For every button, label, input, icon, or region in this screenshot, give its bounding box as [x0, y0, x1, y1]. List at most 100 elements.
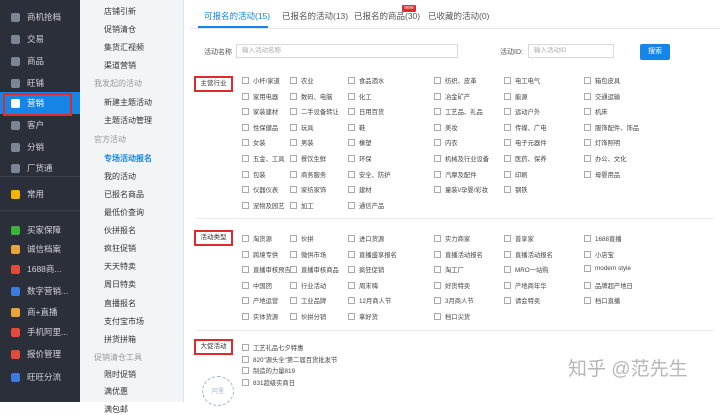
checkbox-box[interactable] — [290, 186, 297, 194]
tab-registered[interactable]: 已报名的活动(13) — [282, 10, 348, 22]
checkbox-box[interactable] — [348, 313, 355, 320]
subnav-item[interactable]: 集货汇视频 — [104, 42, 144, 53]
option-checkbox[interactable]: 831超级实商日 — [242, 378, 295, 387]
checkbox-box[interactable] — [584, 155, 591, 162]
option-checkbox[interactable]: 机床 — [584, 107, 608, 116]
option-checkbox[interactable]: 橡塑 — [348, 138, 372, 147]
option-checkbox[interactable]: 环保 — [348, 154, 372, 163]
option-checkbox[interactable]: 电子元器件 — [504, 138, 546, 147]
option-checkbox[interactable]: 箱包皮具 — [584, 76, 620, 85]
checkbox-box[interactable] — [434, 266, 441, 274]
checkbox-box[interactable] — [504, 155, 511, 162]
option-checkbox[interactable]: 小店宝 — [584, 250, 614, 259]
checkbox-box[interactable] — [348, 281, 355, 289]
option-checkbox[interactable]: 钢铁 — [504, 185, 528, 194]
option-checkbox[interactable]: 能源 — [504, 92, 528, 101]
option-checkbox[interactable]: 中国团 — [242, 281, 272, 290]
option-checkbox[interactable]: 12月商人节 — [348, 296, 391, 305]
option-checkbox[interactable]: 传媒、广电 — [504, 123, 546, 132]
option-checkbox[interactable]: 电工电气 — [504, 76, 540, 85]
option-checkbox[interactable]: 直播审核预告 — [242, 265, 291, 274]
subnav-item[interactable]: 满优惠 — [104, 386, 128, 397]
checkbox-box[interactable] — [504, 250, 511, 258]
checkbox-box[interactable] — [290, 139, 297, 147]
option-checkbox[interactable]: 交通运输 — [584, 92, 620, 101]
checkbox-box[interactable] — [242, 170, 249, 178]
option-checkbox[interactable]: 印刷 — [504, 170, 528, 179]
option-checkbox[interactable]: 灯饰照明 — [584, 138, 620, 147]
checkbox-box[interactable] — [504, 186, 511, 194]
checkbox-box[interactable] — [434, 186, 441, 194]
option-checkbox[interactable]: MRO一站购 — [504, 265, 549, 274]
checkbox-box[interactable] — [434, 235, 441, 242]
subnav-item[interactable]: 已报名商品 — [104, 189, 144, 200]
option-checkbox[interactable]: 家用电器 — [242, 92, 278, 101]
option-checkbox[interactable]: 工艺礼品七夕特惠 — [242, 343, 303, 352]
checkbox-box[interactable] — [434, 170, 441, 178]
option-checkbox[interactable]: 医药、保养 — [504, 154, 546, 163]
nav-item[interactable]: 营销 — [0, 92, 80, 116]
checkbox-box[interactable] — [348, 108, 355, 116]
option-checkbox[interactable]: 直播审核商品 — [290, 265, 339, 274]
activity-id-input[interactable]: 输入活动ID — [528, 44, 614, 58]
subnav-item[interactable]: 拼货拼箱 — [104, 334, 136, 345]
checkbox-box[interactable] — [242, 297, 249, 305]
option-checkbox[interactable]: 包装 — [242, 170, 266, 179]
subnav-item[interactable]: 周日特卖 — [104, 279, 136, 290]
checkbox-box[interactable] — [242, 201, 249, 209]
checkbox-box[interactable] — [504, 297, 511, 305]
checkbox-box[interactable] — [584, 108, 591, 116]
checkbox-box[interactable] — [242, 77, 249, 84]
checkbox-box[interactable] — [584, 92, 591, 100]
checkbox-box[interactable] — [584, 139, 591, 147]
option-checkbox[interactable]: 伙拼 — [290, 234, 314, 243]
option-checkbox[interactable]: 宠物及园艺 — [242, 201, 284, 210]
option-checkbox[interactable]: 内衣 — [434, 138, 458, 147]
checkbox-box[interactable] — [242, 235, 249, 242]
checkbox-box[interactable] — [290, 108, 297, 116]
checkbox-box[interactable] — [348, 155, 355, 162]
option-checkbox[interactable]: 行业活动 — [290, 281, 326, 290]
checkbox-box[interactable] — [242, 281, 249, 289]
option-checkbox[interactable]: 品牌超产地日 — [584, 281, 633, 290]
option-checkbox[interactable]: 二手设备转让 — [290, 107, 339, 116]
subnav-item[interactable]: 店铺引新 — [104, 6, 136, 17]
subnav-item[interactable]: 直播报名 — [104, 298, 136, 309]
subnav-item[interactable]: 伙拼报名 — [104, 225, 136, 236]
subnav-item[interactable]: 促销清仓 — [104, 24, 136, 35]
option-checkbox[interactable]: 好货特卖 — [434, 281, 470, 290]
checkbox-box[interactable] — [242, 92, 249, 100]
checkbox-box[interactable] — [504, 266, 511, 274]
option-checkbox[interactable]: 3月商人节 — [434, 296, 474, 305]
subnav-item[interactable]: 疯狂促销 — [104, 243, 136, 254]
option-checkbox[interactable]: 伙拼分销 — [290, 312, 326, 321]
option-checkbox[interactable]: 童装\/孕婴/彩妆 — [434, 185, 488, 194]
subnav-item[interactable]: 支付宝市场 — [104, 316, 144, 327]
option-checkbox[interactable]: 玩具 — [290, 123, 314, 132]
checkbox-box[interactable] — [434, 139, 441, 147]
option-checkbox[interactable]: 办公、文化 — [584, 154, 626, 163]
option-checkbox[interactable]: 拿好货 — [348, 312, 378, 321]
search-button[interactable]: 搜索 — [640, 44, 670, 60]
option-checkbox[interactable]: 日用百货 — [348, 107, 384, 116]
checkbox-box[interactable] — [290, 266, 297, 274]
option-checkbox[interactable]: 服饰配件、饰品 — [584, 123, 639, 132]
checkbox-box[interactable] — [348, 250, 355, 258]
nav-item[interactable]: 商机抢档 — [0, 6, 80, 28]
option-checkbox[interactable]: 食品酒水 — [348, 76, 384, 85]
option-checkbox[interactable]: 1688直播 — [584, 234, 622, 243]
option-checkbox[interactable]: 商务服务 — [290, 170, 326, 179]
checkbox-box[interactable] — [242, 266, 249, 274]
subnav-item[interactable]: 渠道营销 — [104, 60, 136, 71]
option-checkbox[interactable]: 直播盛享报名 — [348, 250, 397, 259]
option-checkbox[interactable]: 仪器仪表 — [242, 185, 278, 194]
checkbox-box[interactable] — [434, 77, 441, 84]
checkbox-box[interactable] — [504, 108, 511, 116]
subnav-item[interactable]: 主题活动管理 — [104, 115, 152, 126]
checkbox-box[interactable] — [290, 313, 297, 320]
option-checkbox[interactable]: 餐饮生鲜 — [290, 154, 326, 163]
checkbox-box[interactable] — [242, 123, 249, 131]
option-checkbox[interactable]: 化工 — [348, 92, 372, 101]
option-checkbox[interactable]: 微供市场 — [290, 250, 326, 259]
option-checkbox[interactable]: 淘货源 — [242, 234, 272, 243]
